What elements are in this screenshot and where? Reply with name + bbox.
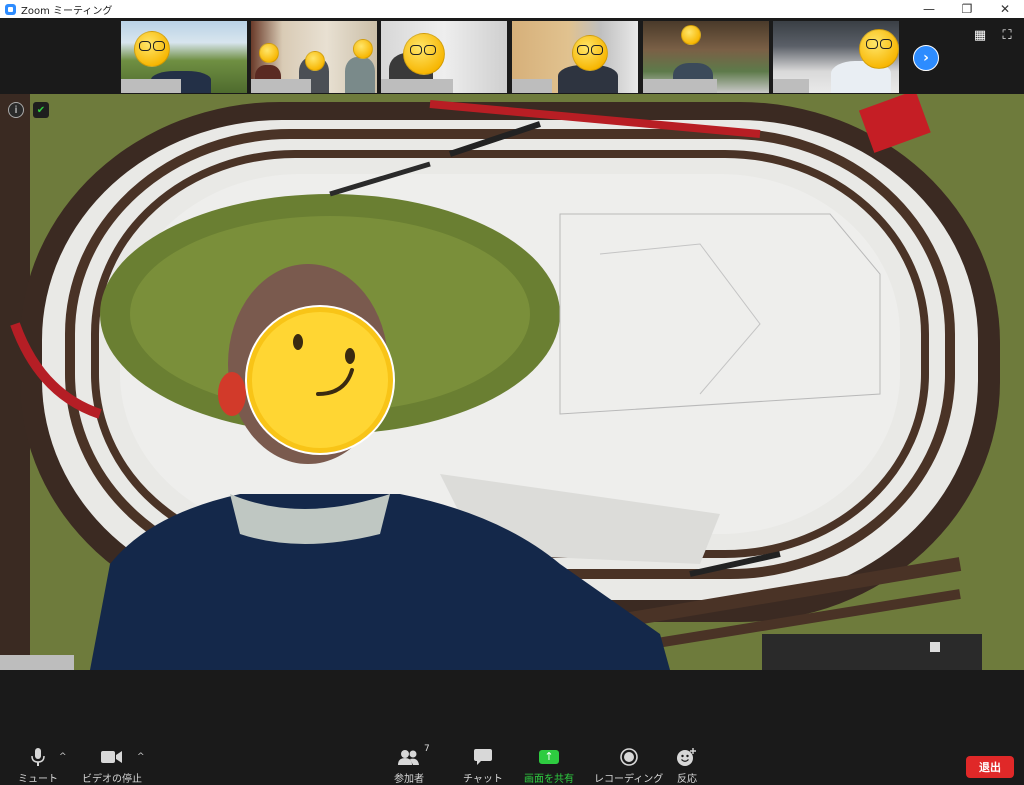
- close-button[interactable]: ✕: [986, 0, 1024, 18]
- zoom-logo-icon: [5, 3, 16, 15]
- window-title: Zoom ミーティング: [21, 5, 113, 17]
- video-camera-icon: [101, 748, 123, 766]
- model-railway-scene: [0, 94, 1024, 670]
- stop-video-button[interactable]: ビデオの停止: [82, 748, 142, 785]
- chat-button[interactable]: チャット: [463, 748, 503, 785]
- record-icon: [619, 748, 638, 766]
- reactions-button[interactable]: 反応: [677, 748, 697, 785]
- participant-name-bar: [121, 79, 181, 93]
- encryption-shield-icon[interactable]: ✔: [33, 102, 49, 118]
- chat-label: チャット: [463, 774, 503, 785]
- participants-icon: 7: [398, 744, 430, 766]
- reactions-label: 反応: [677, 774, 697, 785]
- face-emoji-icon: [572, 35, 608, 71]
- participant-thumbnail[interactable]: [773, 21, 899, 93]
- face-emoji-icon: [859, 29, 899, 69]
- face-emoji-icon: [305, 51, 325, 71]
- chat-bubble-icon: [473, 748, 492, 766]
- gallery-view-icon[interactable]: ▦: [973, 28, 987, 43]
- participant-thumbnail[interactable]: [512, 21, 638, 93]
- participant-strip: › ▦ ⛶: [0, 18, 1024, 94]
- participants-count: 7: [424, 744, 430, 754]
- share-screen-icon: ↑: [539, 748, 559, 766]
- face-emoji-icon: [353, 39, 373, 59]
- mute-label: ミュート: [18, 774, 58, 785]
- meeting-info-icon[interactable]: i: [8, 102, 24, 118]
- participant-name-bar: [643, 79, 717, 93]
- face-emoji-icon: [259, 43, 279, 63]
- participant-name-bar: [251, 79, 311, 93]
- video-label: ビデオの停止: [82, 774, 142, 785]
- mute-button[interactable]: ミュート: [18, 748, 58, 785]
- participant-name-bar: [381, 79, 453, 93]
- leave-button[interactable]: 退出: [966, 756, 1014, 778]
- fullscreen-icon[interactable]: ⛶: [1000, 28, 1014, 43]
- record-button[interactable]: レコーディング: [594, 748, 663, 785]
- participant-thumbnail[interactable]: [121, 21, 247, 93]
- video-options-caret[interactable]: ^: [137, 752, 145, 762]
- main-video: i ✔: [0, 94, 1024, 670]
- speaker-name-bar: [0, 655, 74, 670]
- minimize-button[interactable]: —: [910, 0, 948, 18]
- participant-thumbnail[interactable]: [643, 21, 769, 93]
- face-emoji-icon: [134, 31, 170, 67]
- face-emoji-icon: [403, 33, 445, 75]
- record-label: レコーディング: [594, 774, 664, 785]
- participants-label: 参加者: [394, 774, 424, 785]
- smiley-icon: [677, 748, 697, 766]
- window-titlebar: Zoom ミーティング — ❐ ✕: [0, 0, 1024, 18]
- participant-name-bar: [773, 79, 809, 93]
- audio-options-caret[interactable]: ^: [59, 752, 67, 762]
- window-controls: — ❐ ✕: [910, 0, 1024, 18]
- face-emoji-icon: [681, 25, 701, 45]
- share-label: 画面を共有: [524, 774, 574, 785]
- participant-thumbnail[interactable]: [251, 21, 377, 93]
- next-page-button[interactable]: ›: [913, 45, 939, 71]
- share-screen-button[interactable]: ↑ 画面を共有: [524, 748, 574, 785]
- meeting-toolbar: ミュート ^ ビデオの停止 ^ 7 参加者 チャット ↑ 画面を共有 レコーディ…: [0, 670, 1024, 785]
- participant-name-bar: [512, 79, 552, 93]
- participants-button[interactable]: 7 参加者: [394, 744, 430, 785]
- participant-thumbnail[interactable]: [381, 21, 507, 93]
- microphone-icon: [31, 748, 45, 766]
- restore-button[interactable]: ❐: [948, 0, 986, 18]
